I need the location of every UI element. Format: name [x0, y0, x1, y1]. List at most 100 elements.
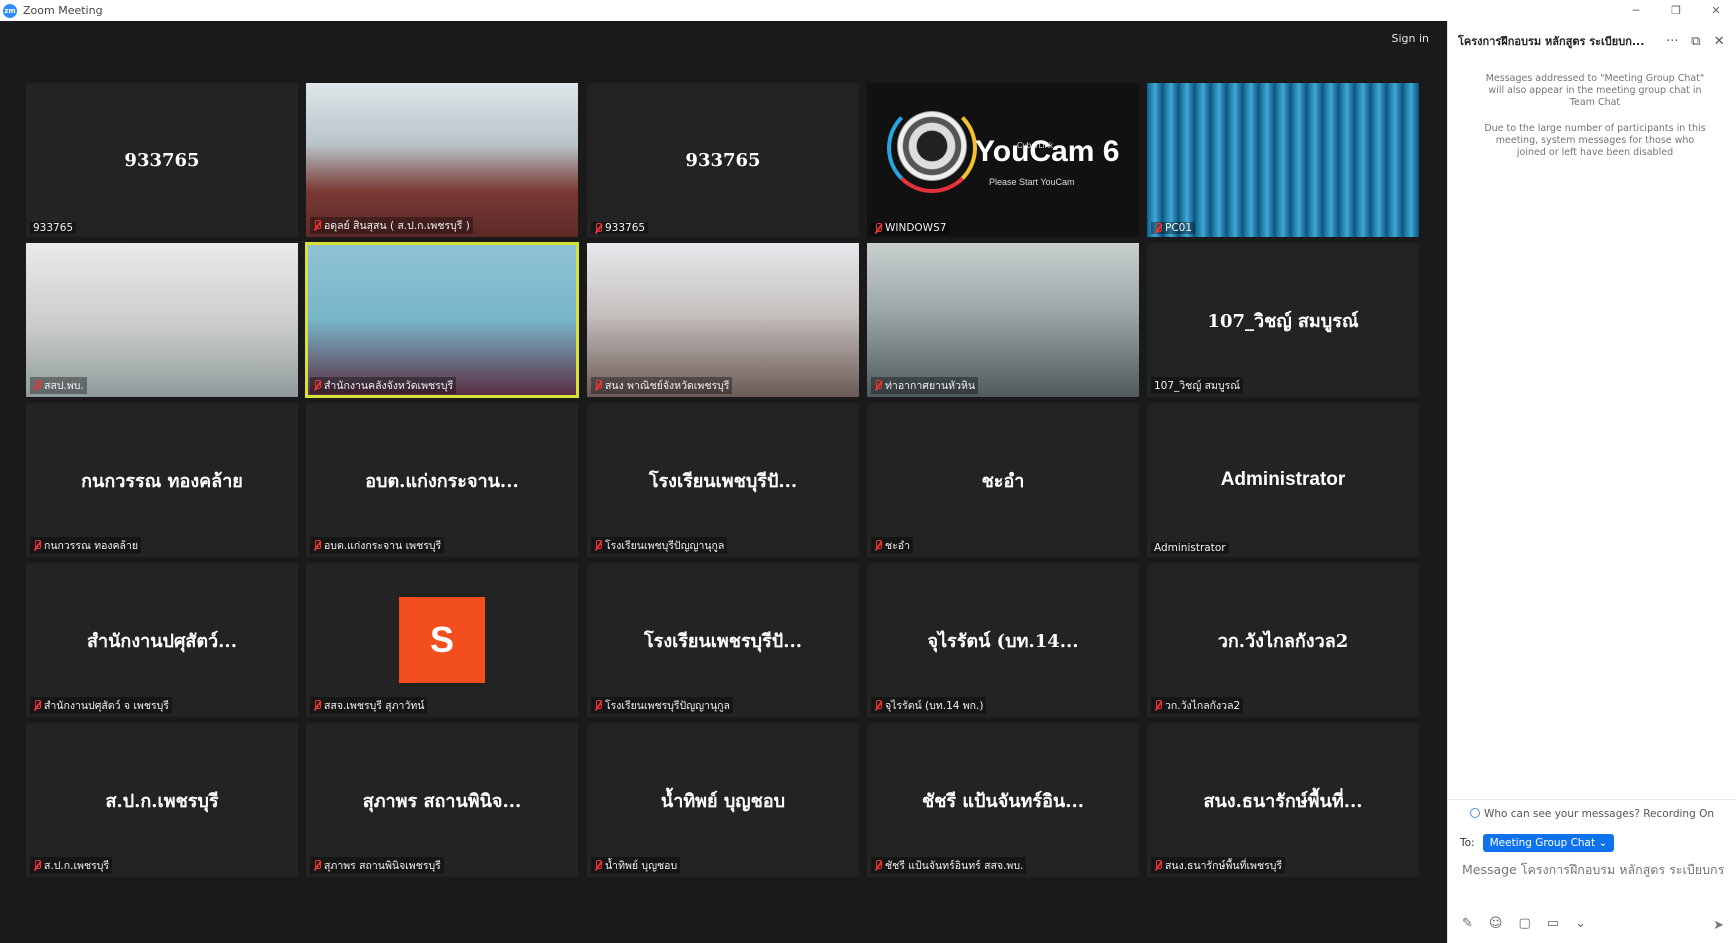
mic-muted-icon: [33, 540, 41, 551]
participant-name: WINDOWS7: [885, 222, 947, 234]
more-icon[interactable]: ···: [1666, 34, 1679, 49]
participant-name-label: 107_วิชญ์ สมบูรณ์: [1151, 377, 1243, 394]
chat-panel: โครงการฝึกอบรม หลักสูตร ระเบียบก... ··· …: [1447, 21, 1736, 943]
participant-tile[interactable]: โรงเรียนเพชบุรีปั... โรงเรียนเพชบุรีปัญญา…: [587, 403, 859, 557]
message-input[interactable]: [1462, 862, 1724, 877]
participant-name-label: โรงเรียนเพชรบุรีปัญญานุกูล: [591, 697, 733, 714]
participant-name-label: สสป.พบ.: [30, 377, 87, 394]
mic-muted-icon: [313, 380, 321, 391]
participant-name: สำนักงานปศุสัตว์ จ เพชรบุรี: [44, 700, 169, 712]
mic-muted-icon: [33, 380, 41, 391]
mic-muted-icon: [594, 222, 602, 234]
participant-tile[interactable]: น้ำทิพย์ บุญชอบ น้ำทิพย์ บุญชอบ: [587, 723, 859, 877]
participant-tile[interactable]: อบต.แก่งกระจาน... อบต.แก่งกระจาน เพชรบุรี: [306, 403, 578, 557]
participant-name-label: ชะอำ: [871, 537, 913, 554]
participant-name: สนง.ธนารักษ์พื้นที่เพชรบุรี: [1165, 860, 1283, 872]
mic-muted-icon: [1154, 700, 1162, 711]
recipient-dropdown[interactable]: Meeting Group Chat ⌄: [1482, 834, 1615, 852]
participant-display-name: ส.ป.ก.เพชรบุรี: [105, 790, 219, 812]
recipient-row: To: Meeting Group Chat ⌄: [1460, 834, 1615, 852]
mic-muted-icon: [1154, 222, 1162, 234]
zoom-logo-icon: zm: [3, 3, 17, 18]
participant-tile[interactable]: จุไรรัตน์ (บท.14... จุไรรัตน์ (บท.14 พก.): [867, 563, 1139, 717]
close-icon[interactable]: ✕: [1696, 0, 1736, 21]
chat-header: โครงการฝึกอบรม หลักสูตร ระเบียบก... ··· …: [1448, 21, 1736, 61]
participant-name: PC01: [1165, 222, 1193, 234]
close-icon[interactable]: ✕: [1713, 34, 1726, 49]
participant-tile[interactable]: S สสจ.เพชรบุรี สุภาวัทน์: [306, 563, 578, 717]
mic-muted-icon: [874, 540, 882, 551]
participant-tile[interactable]: สำนักงานปศุสัตว์... สำนักงานปศุสัตว์ จ เพ…: [26, 563, 298, 717]
participant-display-name: โรงเรียนเพชบุรีปั...: [648, 470, 798, 492]
participant-video: [26, 243, 298, 397]
participant-tile[interactable]: ชัชรี แป้นจันทร์อิน... ชัชรี แป้นจันทร์อิ…: [867, 723, 1139, 877]
participant-name: ท่าอากาศยานหัวหิน: [885, 380, 976, 392]
participant-name: สนง พาณิชย์จังหวัดเพชรบุรี: [605, 380, 730, 392]
participant-tile[interactable]: สำนักงานคลังจังหวัดเพชรบุรี: [305, 242, 579, 398]
participant-tile[interactable]: ท่าอากาศยานหัวหิน: [867, 243, 1139, 397]
participant-name-label: Administrator: [1151, 542, 1229, 554]
participant-video: [867, 243, 1139, 397]
who-can-see-link[interactable]: Who can see your messages? Recording On: [1448, 808, 1736, 820]
participant-tile[interactable]: 933765 933765: [587, 83, 859, 237]
participant-tile[interactable]: 933765 933765: [26, 83, 298, 237]
participant-tile[interactable]: ส.ป.ก.เพชรบุรี ส.ป.ก.เพชรบุรี: [26, 723, 298, 877]
participant-name-label: สนง พาณิชย์จังหวัดเพชรบุรี: [591, 377, 733, 394]
mic-muted-icon: [313, 540, 321, 551]
avatar: S: [399, 597, 485, 683]
chat-toolbar: ✎ ☺ ▢ ▭ ⌄: [1462, 916, 1586, 931]
participant-name: สสป.พบ.: [44, 380, 84, 392]
popout-icon[interactable]: ⧉: [1689, 34, 1702, 49]
mic-muted-icon: [313, 220, 321, 231]
system-message: Messages addressed to "Meeting Group Cha…: [1485, 73, 1705, 108]
participant-name-label: 933765: [591, 222, 649, 234]
participant-name-label: สำนักงานคลังจังหวัดเพชรบุรี: [310, 377, 457, 394]
send-icon[interactable]: ➤: [1713, 918, 1724, 933]
participant-display-name: ชัชรี แป้นจันทร์อิน...: [922, 790, 1084, 812]
screenshot-icon[interactable]: ▭: [1547, 916, 1559, 931]
participant-tile[interactable]: วก.วังไกลกังวล2 วก.วังไกลกังวล2: [1147, 563, 1419, 717]
participant-tile[interactable]: PC01: [1147, 83, 1419, 237]
participant-name: กนกวรรณ ทองคล้าย: [44, 540, 139, 552]
participant-name-label: วก.วังไกลกังวล2: [1151, 697, 1244, 714]
participant-tile[interactable]: CyberLink YouCam 6 Please Start YouCam WIND…: [867, 83, 1139, 237]
participant-tile[interactable]: 107_วิชญ์ สมบูรณ์ 107_วิชญ์ สมบูรณ์: [1147, 243, 1419, 397]
participant-tile[interactable]: กนกวรรณ ทองคล้าย กนกวรรณ ทองคล้าย: [26, 403, 298, 557]
people-icon: [1469, 808, 1480, 818]
participant-tile[interactable]: สนง พาณิชย์จังหวัดเพชรบุรี: [587, 243, 859, 397]
file-icon[interactable]: ▢: [1518, 916, 1530, 931]
participant-display-name: 933765: [124, 149, 200, 171]
meeting-area: Sign in 933765 933765 อดุลย์ สินสุสน ( ส.ป…: [0, 21, 1447, 943]
participant-video: [306, 83, 578, 237]
minimize-icon[interactable]: ─: [1616, 0, 1656, 21]
participant-tile[interactable]: ชะอำ ชะอำ: [867, 403, 1139, 557]
participant-name: โรงเรียนเพชบุรีปัญญานุกูล: [605, 540, 725, 552]
participant-display-name: Administrator: [1220, 469, 1346, 490]
participant-tile[interactable]: สนง.ธนารักษ์พื้นที่... สนง.ธนารักษ์พื้นที…: [1147, 723, 1419, 877]
emoji-icon[interactable]: ☺: [1489, 916, 1503, 931]
participant-name-label: น้ำทิพย์ บุญชอบ: [591, 857, 681, 874]
mic-muted-icon: [874, 700, 882, 711]
restore-icon[interactable]: ❐: [1656, 0, 1696, 21]
participant-tile[interactable]: สุภาพร สถานพินิจ... สุภาพร สถานพินิจเพชรบ…: [306, 723, 578, 877]
participant-video: [587, 243, 859, 397]
mic-muted-icon: [594, 860, 602, 871]
mic-muted-icon: [594, 540, 602, 551]
chat-title: โครงการฝึกอบรม หลักสูตร ระเบียบก...: [1458, 35, 1645, 48]
participant-name-label: อดุลย์ สินสุสน ( ส.ป.ก.เพชรบุรี ): [310, 217, 473, 234]
chat-footer: Who can see your messages? Recording On …: [1448, 799, 1736, 943]
participant-tile[interactable]: Administrator Administrator: [1147, 403, 1419, 557]
participant-tile[interactable]: โรงเรียนเพชรบุรีปั... โรงเรียนเพชรบุรีปัญ…: [587, 563, 859, 717]
participant-name: อดุลย์ สินสุสน ( ส.ป.ก.เพชรบุรี ): [324, 220, 470, 232]
participant-name: 107_วิชญ์ สมบูรณ์: [1154, 380, 1240, 392]
title-bar: zm Zoom Meeting ─ ❐ ✕: [0, 0, 1736, 21]
mic-muted-icon: [594, 380, 602, 391]
participant-tile[interactable]: สสป.พบ.: [26, 243, 298, 397]
participant-name-label: อบต.แก่งกระจาน เพชรบุรี: [310, 537, 445, 554]
participant-tile[interactable]: อดุลย์ สินสุสน ( ส.ป.ก.เพชรบุรี ): [306, 83, 578, 237]
format-icon[interactable]: ✎: [1462, 916, 1473, 931]
participant-name: ชะอำ: [885, 540, 910, 552]
participant-name-label: 933765: [30, 222, 77, 234]
mic-muted-icon: [874, 860, 882, 871]
chevron-down-icon[interactable]: ⌄: [1575, 916, 1586, 931]
